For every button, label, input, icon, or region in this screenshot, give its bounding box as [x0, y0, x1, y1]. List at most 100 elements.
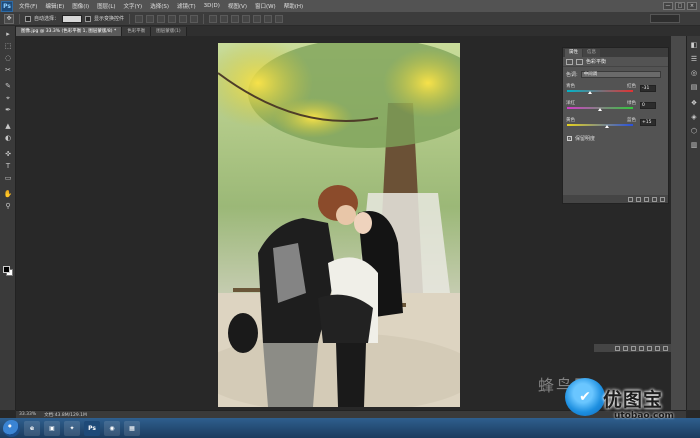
view-previous-icon[interactable] — [636, 196, 641, 202]
start-button[interactable] — [3, 419, 20, 437]
align-top-icon[interactable] — [135, 14, 144, 23]
fx-icon[interactable] — [623, 345, 628, 351]
trash-icon[interactable] — [663, 345, 668, 351]
auto-select-dropdown[interactable] — [62, 14, 83, 23]
taskbar-chrome-icon[interactable]: ◉ — [104, 420, 120, 436]
distribute-center-icon[interactable] — [253, 14, 262, 23]
move-tool-icon[interactable]: ✥ — [4, 13, 14, 24]
menu-window[interactable]: 窗口(W) — [251, 2, 280, 10]
zoom-level[interactable]: 33.33% — [19, 412, 36, 417]
auto-select-label: 自动选择： — [34, 16, 60, 22]
menu-help[interactable]: 帮助(H) — [280, 2, 307, 10]
pen-tool-icon[interactable]: ✜ — [3, 150, 13, 159]
mask-icon[interactable] — [576, 58, 583, 65]
distribute-right-icon[interactable] — [264, 14, 273, 23]
cyan-red-slider: 青色 红色 -31 — [563, 81, 668, 98]
history-panel-icon[interactable]: ◧ — [689, 40, 699, 50]
canvas-photo[interactable] — [218, 43, 460, 407]
styles-panel-icon[interactable]: ▥ — [689, 140, 699, 150]
slider-track[interactable] — [567, 124, 633, 126]
align-center-icon[interactable] — [179, 14, 188, 23]
distribute-top-icon[interactable] — [209, 14, 218, 23]
auto-align-icon[interactable] — [275, 14, 284, 23]
zoom-tool-icon[interactable]: ⚲ — [3, 202, 13, 211]
tone-dropdown[interactable]: 中间调 — [580, 71, 661, 78]
close-button[interactable]: × — [687, 2, 697, 10]
align-middle-icon[interactable] — [146, 14, 155, 23]
foreground-color-swatch[interactable] — [3, 266, 10, 273]
document-size[interactable]: 文档:43.8M/129.1M — [44, 412, 87, 418]
navigator-panel-icon[interactable]: ◎ — [689, 68, 699, 78]
hand-tool-icon[interactable]: ✋ — [3, 190, 13, 199]
align-left-icon[interactable] — [168, 14, 177, 23]
channels-panel-icon[interactable]: ◈ — [689, 112, 699, 122]
yellow-blue-value[interactable]: +15 — [640, 119, 656, 126]
taskbar-browser-icon[interactable]: e — [24, 420, 40, 436]
watermark-domain: utobao.com — [614, 411, 674, 421]
adjustment-add-icon[interactable] — [639, 345, 644, 351]
actions-panel-icon[interactable]: ☰ — [689, 54, 699, 64]
mask-add-icon[interactable] — [631, 345, 636, 351]
slider-thumb[interactable] — [604, 125, 609, 128]
dodge-tool-icon[interactable]: ◐ — [3, 134, 13, 143]
tab-color-balance[interactable]: 色彩平衡 — [122, 27, 152, 36]
stamp-tool-icon[interactable]: ⌖ — [3, 94, 13, 103]
distribute-bottom-icon[interactable] — [231, 14, 240, 23]
visibility-icon[interactable] — [652, 196, 657, 202]
menu-layer[interactable]: 图层(L) — [93, 2, 119, 10]
distribute-middle-icon[interactable] — [220, 14, 229, 23]
auto-select-checkbox[interactable] — [25, 15, 31, 22]
type-tool-icon[interactable]: T — [3, 162, 13, 171]
show-transform-checkbox[interactable] — [85, 15, 92, 22]
taskbar-explorer-icon[interactable]: ▣ — [44, 420, 60, 436]
menu-3d[interactable]: 3D(D) — [200, 3, 224, 9]
folder-icon[interactable] — [647, 345, 652, 351]
tab-document[interactable]: 图像.jpg @ 33.3% (色彩平衡 1, 图层蒙版/8) * — [16, 27, 123, 36]
taskbar-app-icon[interactable]: ▦ — [124, 420, 140, 436]
slider-thumb[interactable] — [588, 91, 593, 94]
taskbar-app-icon[interactable]: ✦ — [64, 420, 80, 436]
histogram-panel-icon[interactable]: ▤ — [689, 82, 699, 92]
distribute-left-icon[interactable] — [242, 14, 251, 23]
link-icon[interactable] — [615, 345, 620, 351]
slider-thumb[interactable] — [598, 108, 602, 111]
align-bottom-icon[interactable] — [157, 14, 166, 23]
layers-panel-icon[interactable]: ❖ — [689, 98, 699, 108]
lasso-tool-icon[interactable]: ◌ — [3, 54, 13, 63]
menu-select[interactable]: 选择(S) — [146, 2, 173, 10]
reset-icon[interactable] — [644, 196, 649, 202]
cyan-red-value[interactable]: -31 — [640, 85, 656, 92]
menu-image[interactable]: 图像(I) — [68, 2, 93, 10]
blur-tool-icon[interactable]: ▲ — [3, 122, 13, 131]
menu-type[interactable]: 文字(Y) — [120, 2, 147, 10]
history-brush-icon[interactable]: ✒ — [3, 106, 13, 115]
trash-icon[interactable] — [660, 196, 665, 202]
align-right-icon[interactable] — [190, 14, 199, 23]
brush-tool-icon[interactable]: ✎ — [3, 82, 13, 91]
maximize-button[interactable]: □ — [675, 2, 685, 10]
marquee-tool-icon[interactable]: ⬚ — [3, 42, 13, 51]
paths-panel-icon[interactable]: ⬡ — [689, 126, 699, 136]
watermark-bird-logo: ✔ — [565, 378, 605, 416]
tab-layer-mask[interactable]: 图层蒙版(1) — [151, 27, 187, 36]
tone-row: 色调: 中间调 — [563, 67, 668, 81]
move-tool-icon[interactable]: ▸ — [3, 30, 13, 39]
tab-properties[interactable]: 属性 — [565, 49, 582, 57]
yellow-blue-slider: 黄色 蓝色 +15 — [563, 115, 668, 132]
menu-file[interactable]: 文件(F) — [15, 2, 41, 10]
menu-view[interactable]: 视图(V) — [224, 2, 251, 10]
new-layer-icon[interactable] — [655, 345, 660, 351]
menu-edit[interactable]: 编辑(E) — [41, 2, 68, 10]
slider-track[interactable] — [567, 90, 633, 92]
shape-tool-icon[interactable]: ▭ — [3, 174, 13, 183]
photoshop-logo[interactable]: Ps — [1, 0, 13, 12]
workspace-switcher[interactable] — [650, 14, 680, 23]
taskbar-photoshop-icon[interactable]: Ps — [84, 420, 100, 436]
preserve-luminosity-checkbox[interactable]: ✓ — [567, 136, 572, 141]
menu-filter[interactable]: 滤镜(T) — [173, 2, 200, 10]
tab-info[interactable]: 信息 — [583, 49, 600, 57]
crop-tool-icon[interactable]: ✂ — [3, 66, 13, 75]
minimize-button[interactable]: — — [663, 2, 673, 10]
magenta-green-value[interactable]: 0 — [640, 102, 656, 109]
clip-layer-icon[interactable] — [628, 196, 633, 202]
